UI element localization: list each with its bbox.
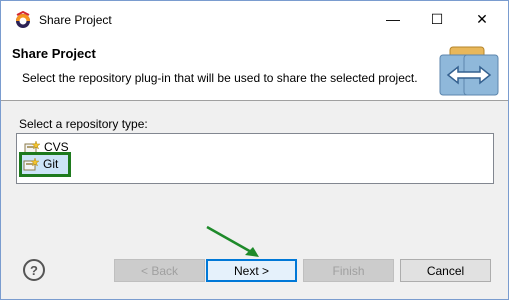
git-highlight-box [19,152,71,177]
wizard-header: Share Project Select the repository plug… [1,39,508,101]
window-title: Share Project [39,13,112,27]
repository-type-label: Select a repository type: [19,117,148,131]
back-button[interactable]: < Back [114,259,205,282]
page-title: Share Project [12,46,96,61]
share-project-dialog: Share Project — ☐ ✕ Share Project Select… [0,0,509,300]
share-project-banner-icon [439,46,499,96]
next-button[interactable]: Next > [206,259,297,282]
help-button[interactable]: ? [23,259,45,281]
close-button[interactable]: ✕ [460,1,504,37]
maximize-button[interactable]: ☐ [415,1,459,37]
repository-type-list[interactable]: CVS [16,133,494,184]
finish-button[interactable]: Finish [303,259,394,282]
minimize-button[interactable]: — [371,1,415,37]
eclipse-app-icon [16,11,30,28]
page-description: Select the repository plug-in that will … [22,71,418,85]
cancel-button[interactable]: Cancel [400,259,491,282]
title-bar: Share Project — ☐ ✕ [1,1,508,39]
pointer-arrow-annotation [206,225,259,257]
